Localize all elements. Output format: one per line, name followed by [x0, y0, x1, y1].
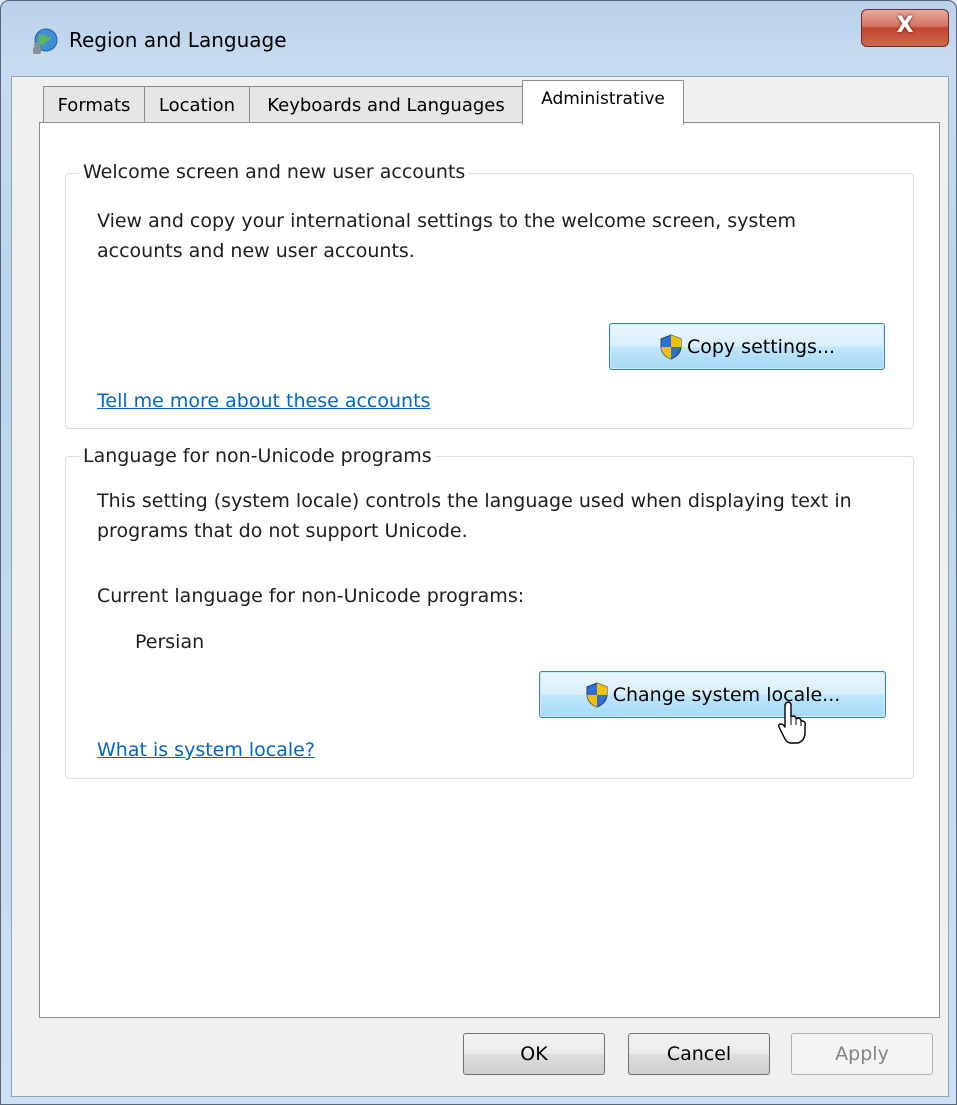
tab-location-label: Location — [158, 95, 236, 116]
tab-administrative-label: Administrative — [541, 89, 665, 109]
tab-formats-label: Formats — [57, 95, 131, 116]
copy-settings-label: Copy settings... — [686, 335, 836, 358]
uac-shield-icon — [586, 681, 608, 708]
close-button[interactable]: X — [861, 9, 949, 47]
change-system-locale-button[interactable]: Change system locale... — [539, 671, 886, 718]
globe-icon — [33, 28, 58, 54]
close-icon: X — [896, 13, 914, 38]
current-locale-label: Current language for non-Unicode program… — [97, 585, 525, 607]
uac-shield-icon — [660, 333, 682, 360]
welcome-group-title: Welcome screen and new user accounts — [79, 161, 470, 183]
accounts-info-link[interactable]: Tell me more about these accounts — [97, 390, 430, 412]
system-locale-info-link[interactable]: What is system locale? — [97, 739, 315, 761]
welcome-description: View and copy your international setting… — [97, 210, 796, 262]
title-bar[interactable]: Region and Language X — [1, 1, 957, 76]
apply-button[interactable]: Apply — [791, 1033, 933, 1075]
copy-settings-button[interactable]: Copy settings... — [609, 323, 885, 370]
current-locale-value: Persian — [135, 631, 205, 653]
cancel-button[interactable]: Cancel — [628, 1033, 770, 1075]
locale-description: This setting (system locale) controls th… — [97, 490, 852, 542]
ok-button[interactable]: OK — [463, 1033, 605, 1075]
tab-keyboards-languages[interactable]: Keyboards and Languages — [249, 86, 523, 124]
tab-keyboards-languages-label: Keyboards and Languages — [267, 95, 505, 116]
tab-location[interactable]: Location — [144, 86, 250, 124]
mouse-pointer-icon — [778, 701, 806, 744]
apply-label: Apply — [835, 1043, 889, 1065]
non-unicode-group-title: Language for non-Unicode programs — [79, 445, 436, 467]
ok-label: OK — [520, 1043, 548, 1065]
cancel-label: Cancel — [666, 1043, 732, 1065]
tab-administrative[interactable]: Administrative — [522, 80, 684, 125]
region-language-window: Region and Language X Formats Location K… — [0, 0, 957, 1105]
tab-formats[interactable]: Formats — [43, 86, 145, 124]
window-title: Region and Language — [69, 28, 287, 52]
